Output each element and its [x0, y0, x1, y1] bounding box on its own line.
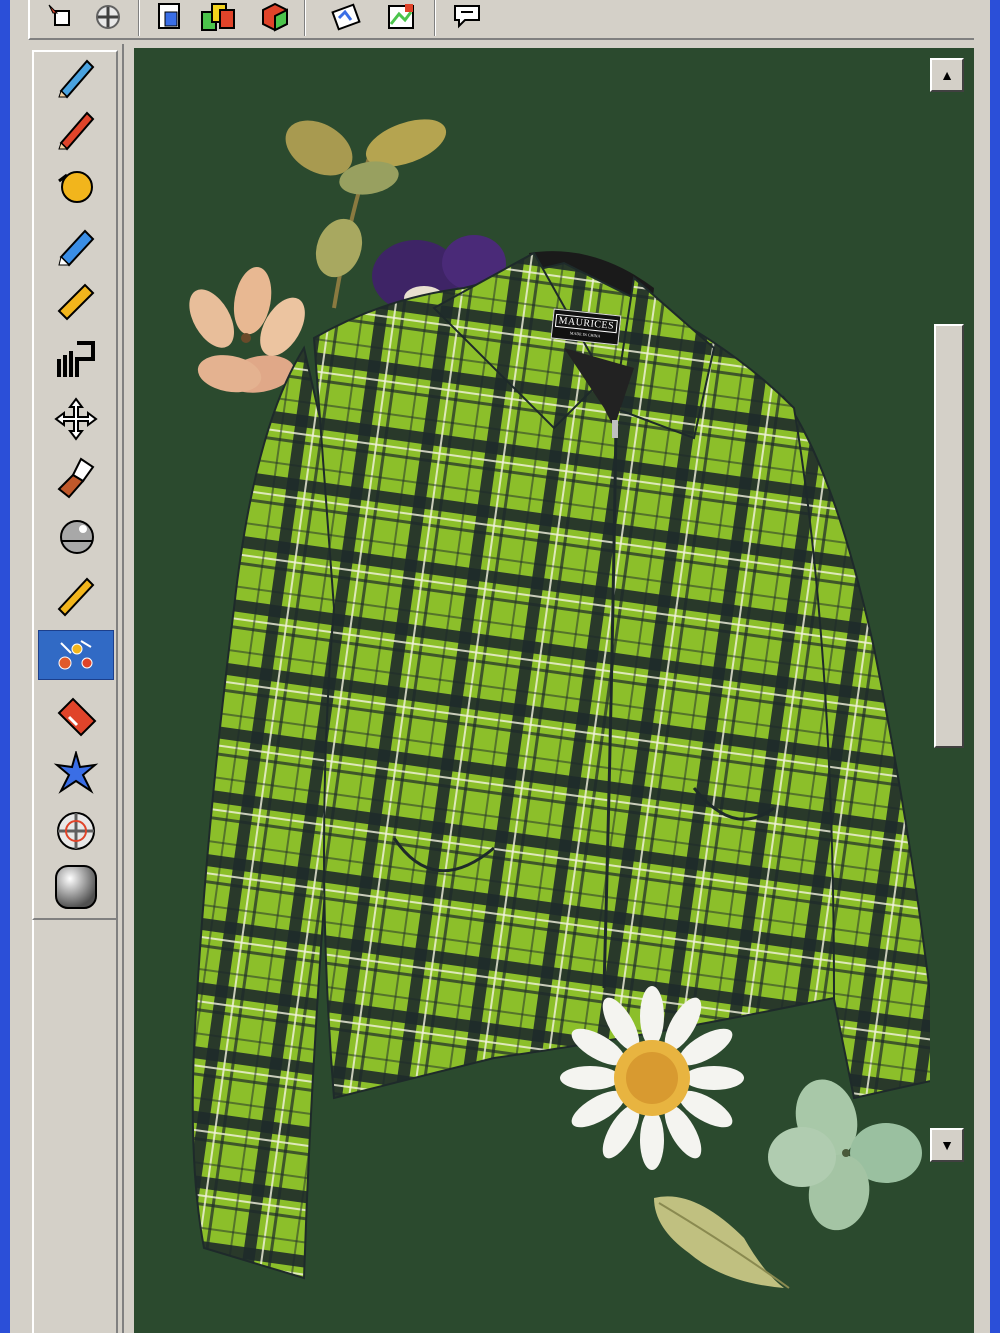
arrow-down-icon: ▼ [940, 1137, 954, 1153]
scatter-tool-icon[interactable] [38, 630, 114, 680]
pen-tool-icon[interactable] [46, 52, 106, 102]
arrow-up-icon: ▲ [940, 67, 954, 83]
comment-icon[interactable] [446, 0, 490, 34]
fill-bucket-icon[interactable] [46, 160, 106, 210]
scroll-thumb[interactable] [934, 324, 964, 748]
pencil-tool-icon[interactable] [46, 104, 106, 154]
panel-divider [122, 44, 134, 1333]
window-right-edge [974, 0, 990, 1333]
sphere-tool-icon[interactable] [46, 862, 106, 912]
tool-panel-empty [32, 920, 118, 1333]
crayon-tool-icon[interactable] [46, 276, 106, 326]
brush-tool-icon[interactable] [46, 452, 106, 502]
eraser-tool-icon[interactable] [46, 690, 106, 740]
stamp-tool-icon[interactable] [46, 334, 106, 384]
vertical-scrollbar[interactable]: ▲ ▼ [930, 48, 974, 1333]
marker-tool-icon[interactable] [46, 220, 106, 270]
scroll-down-button[interactable]: ▼ [930, 1128, 964, 1162]
pressed-hydrangea [768, 1079, 922, 1231]
top-toolbar [10, 0, 990, 44]
image-edit-icon[interactable] [380, 0, 424, 34]
brand-subtext: MADE IN CHINA [569, 330, 601, 339]
brand-name: MAURICES [555, 313, 618, 334]
collage-artwork [189, 119, 930, 1289]
image-rotate-icon[interactable] [324, 0, 368, 34]
pressed-leaf [654, 1196, 790, 1289]
layer-copy-icon[interactable] [148, 0, 192, 34]
target-tool-icon[interactable] [46, 806, 106, 856]
tool-panel [26, 44, 126, 1333]
ruler-tool-icon[interactable] [46, 570, 106, 620]
tool-palette [32, 50, 118, 920]
drawing-canvas[interactable]: MAURICES MADE IN CHINA [134, 48, 930, 1333]
layers-color-icon[interactable] [196, 0, 240, 34]
smudge-tool-icon[interactable] [46, 512, 106, 562]
toolbar-strip [28, 0, 983, 40]
move-tool-icon[interactable] [46, 394, 106, 444]
move-crosshair-icon[interactable] [86, 0, 130, 34]
3d-box-icon[interactable] [252, 0, 296, 34]
select-region-icon[interactable] [38, 0, 82, 34]
sparkle-tool-icon[interactable] [46, 748, 106, 798]
scroll-up-button[interactable]: ▲ [930, 58, 964, 92]
